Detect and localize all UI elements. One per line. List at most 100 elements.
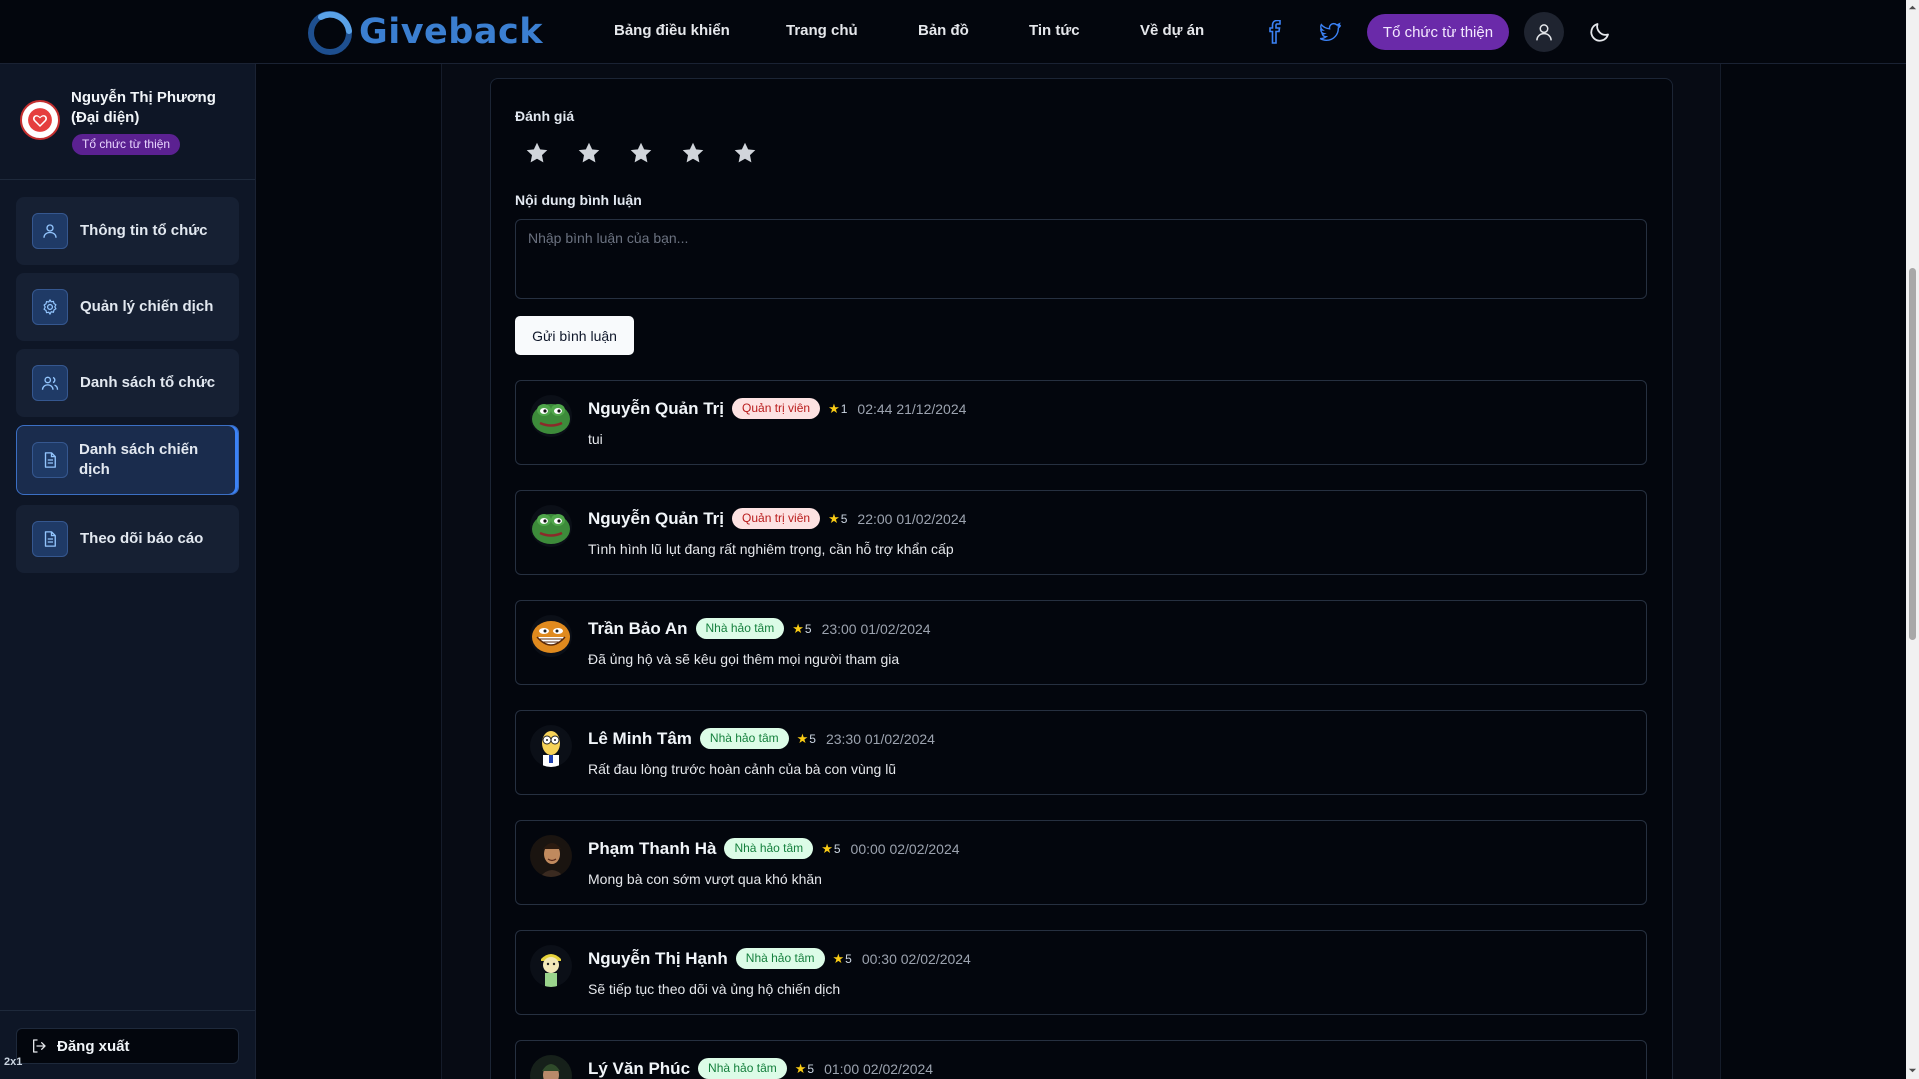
submit-comment-button[interactable]: Gửi bình luận [515,316,634,355]
comment-time: 00:00 02/02/2024 [850,840,960,857]
sidebar-item-label: Theo dõi báo cáo [80,530,204,547]
users-icon [32,365,68,401]
commenter-name: Nguyễn Quản Trị [588,398,725,418]
gear-icon [32,289,68,325]
sidebar-item-org-info[interactable]: Thông tin tổ chức [16,197,239,265]
nav-map[interactable]: Bản đồ [918,22,969,39]
nav-about[interactable]: Về dự án [1140,22,1204,39]
commenter-name: Trần Bảo An [588,618,688,638]
zoom-indicator: 2x1 [4,1056,23,1068]
role-badge: Nhà hảo tâm [724,838,814,859]
comment-item: Nguyễn Thị Hạnh Nhà hảo tâm ★ 5 00:30 02… [515,930,1647,1015]
sidebar-item-label: Thông tin tổ chức [80,222,208,239]
comment-header: Nguyễn Quản Trị Quản trị viên ★ 5 22:00 … [588,508,966,529]
comment-time: 22:00 01/02/2024 [857,510,967,527]
comment-header: Lý Văn Phúc Nhà hảo tâm ★ 5 01:00 02/02/… [588,1058,933,1079]
sidebar-item-label: Danh sách chiến dịch [79,441,199,478]
commenter-name: Nguyễn Quản Trị [588,508,725,528]
comment-content-label: Nội dung bình luận [515,192,642,208]
sidebar-item-label: Quản lý chiến dịch [80,298,214,315]
sidebar-item-campaign-management[interactable]: Quản lý chiến dịch [16,273,239,341]
comment-item: Lý Văn Phúc Nhà hảo tâm ★ 5 01:00 02/02/… [515,1040,1647,1079]
sidebar-item-org-list[interactable]: Danh sách tổ chức [16,349,239,417]
star-icon: ★ [792,620,804,636]
comment-text: tui [588,431,603,447]
comment-header: Nguyễn Thị Hạnh Nhà hảo tâm ★ 5 00:30 02… [588,948,971,969]
profile-name: Nguyễn Thị Phương (Đại diện) [71,89,216,126]
brand-name: Giveback [359,12,543,52]
facebook-icon[interactable] [1263,20,1287,44]
rating-stars[interactable] [524,140,784,166]
dark-mode-toggle-icon[interactable] [1588,20,1612,44]
sidebar-profile: Nguyễn Thị Phương (Đại diện) Tổ chức từ … [0,64,255,180]
star-icon: ★ [832,950,845,966]
document-icon [32,442,68,478]
comment-text: Rất đau lòng trước hoàn cảnh của bà con … [588,761,897,777]
role-badge: Nhà hảo tâm [698,1058,787,1079]
comment-item: Nguyễn Quản Trị Quản trị viên ★ 5 22:00 … [515,490,1647,575]
cartoon-avatar [530,945,572,987]
cartoon-avatar [530,725,572,767]
comment-time: 23:30 01/02/2024 [825,730,935,747]
star-icon: ★ [828,400,840,416]
star-icon: ★ [828,510,840,526]
sidebar: Nguyễn Thị Phương (Đại diện) Tổ chức từ … [0,64,256,1079]
comment-item: Phạm Thanh Hà Nhà hảo tâm ★ 5 00:00 02/0… [515,820,1647,905]
commenter-name: Nguyễn Thị Hạnh [588,948,728,968]
user-icon [1536,24,1552,41]
logout-label: Đăng xuất [57,1037,130,1055]
document-icon [32,521,68,557]
trollface-avatar [530,615,572,657]
comment-item: Trần Bảo An Nhà hảo tâm ★ 5 23:00 01/02/… [515,600,1647,685]
profile-role-badge: Tổ chức từ thiện [72,134,181,155]
nav-home[interactable]: Trang chủ [786,22,858,39]
brand-logo[interactable]: Giveback [307,6,543,58]
comment-time: 23:00 01/02/2024 [821,620,931,637]
portrait-avatar [530,835,572,877]
rating-label: Đánh giá [515,108,575,124]
frog-avatar [530,395,572,437]
logout-button[interactable]: Đăng xuất [16,1028,239,1064]
scrollbar-thumb[interactable] [1909,268,1916,640]
sidebar-item-label: Danh sách tổ chức [80,374,216,391]
comment-rating: 5 [840,511,848,526]
sidebar-item-campaign-list[interactable]: Danh sách chiến dịch [16,425,239,495]
org-type-button[interactable]: Tổ chức từ thiện [1367,14,1509,50]
twitter-icon[interactable] [1318,20,1342,44]
comment-time: 00:30 02/02/2024 [861,950,971,967]
top-navbar: Giveback Bảng điều khiển Trang chủ Bản đ… [0,0,1906,64]
comment-rating: 1 [840,401,848,416]
star-icon: ★ [796,730,809,746]
sidebar-divider [0,1010,255,1011]
star-icon[interactable] [628,140,654,166]
comment-time: 02:44 21/12/2024 [857,400,967,417]
scroll-down-arrow-icon[interactable] [1908,1066,1917,1075]
page-scrollbar[interactable] [1906,0,1919,1079]
comment-header: Nguyễn Quản Trị Quản trị viên ★ 1 02:44 … [588,398,966,419]
comment-header: Lê Minh Tâm Nhà hảo tâm ★ 5 23:30 01/02/… [588,728,935,749]
comment-item: Nguyễn Quản Trị Quản trị viên ★ 1 02:44 … [515,380,1647,465]
nav-dashboard[interactable]: Bảng điều khiển [614,22,730,39]
comment-rating: 5 [833,841,841,856]
comment-header: Phạm Thanh Hà Nhà hảo tâm ★ 5 00:00 02/0… [588,838,960,859]
commenter-name: Lý Văn Phúc [588,1058,691,1078]
organization-avatar [20,100,60,140]
scroll-up-arrow-icon[interactable] [1908,3,1917,12]
role-badge: Nhà hảo tâm [735,948,825,969]
star-icon[interactable] [576,140,602,166]
comment-rating: 5 [807,1061,815,1076]
commenter-name: Lê Minh Tâm [588,728,692,748]
user-account-button[interactable] [1524,12,1564,52]
comment-header: Trần Bảo An Nhà hảo tâm ★ 5 23:00 01/02/… [588,618,931,639]
comment-text: Đã ủng hộ và sẽ kêu gọi thêm mọi người t… [588,651,900,667]
nav-news[interactable]: Tin tức [1029,22,1080,39]
star-icon[interactable] [732,140,758,166]
sidebar-item-report-tracking[interactable]: Theo dõi báo cáo [16,505,239,573]
star-icon[interactable] [524,140,550,166]
heart-icon [28,108,52,132]
comment-text: Tình hình lũ lụt đang rất nghiêm trọng, … [588,541,954,557]
commenter-name: Phạm Thanh Hà [588,838,717,858]
star-icon[interactable] [680,140,706,166]
comment-textarea[interactable]: Nhập bình luận của bạn... [515,219,1647,299]
user-icon [32,213,68,249]
